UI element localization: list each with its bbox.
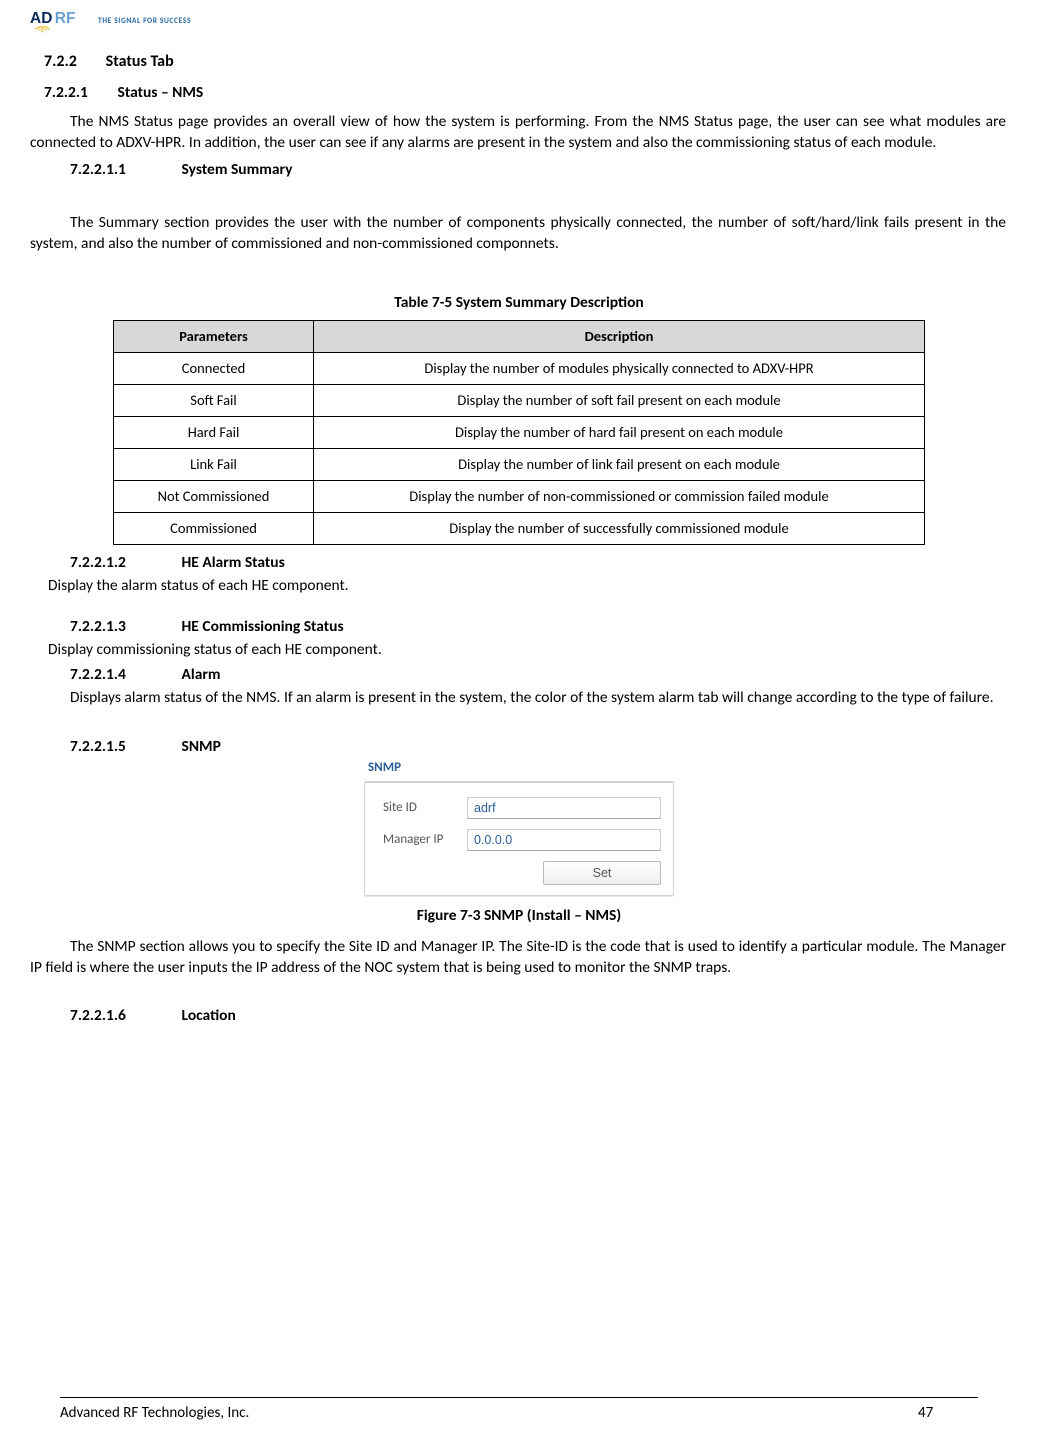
snmp-site-id-label: Site ID bbox=[383, 800, 461, 815]
footer-company: Advanced RF Technologies, Inc. bbox=[60, 1404, 918, 1422]
figure-caption: Figure 7-3 SNMP (Install – NMS) bbox=[30, 906, 1008, 925]
paragraph-alarm: Displays alarm status of the NMS. If an … bbox=[30, 688, 1008, 709]
cell-param: Commissioned bbox=[114, 512, 314, 544]
adrf-logo-icon: AD RF bbox=[30, 8, 92, 34]
heading-7-2-2-1-4: 7.2.2.1.4 Alarm bbox=[70, 665, 1008, 684]
footer-page-number: 47 bbox=[918, 1404, 978, 1422]
svg-text:AD: AD bbox=[30, 10, 52, 27]
heading-title: HE Commissioning Status bbox=[182, 617, 344, 636]
cell-param: Link Fail bbox=[114, 448, 314, 480]
heading-7-2-2-1-2: 7.2.2.1.2 HE Alarm Status bbox=[70, 553, 1008, 572]
paragraph-snmp: The SNMP section allows you to specify t… bbox=[30, 937, 1008, 979]
snmp-panel: SNMP Site ID Manager IP Set bbox=[364, 760, 674, 896]
heading-title: Alarm bbox=[182, 665, 221, 684]
system-summary-table: Parameters Description Connected Display… bbox=[113, 320, 925, 545]
heading-number: 7.2.2.1.4 bbox=[70, 665, 178, 684]
heading-number: 7.2.2.1.3 bbox=[70, 617, 178, 636]
table-row: Commissioned Display the number of succe… bbox=[114, 512, 925, 544]
heading-title: Status – NMS bbox=[118, 83, 204, 102]
table-caption: Table 7-5 System Summary Description bbox=[30, 293, 1008, 312]
heading-7-2-2-1-3: 7.2.2.1.3 HE Commissioning Status bbox=[70, 617, 1008, 636]
table-row: Soft Fail Display the number of soft fai… bbox=[114, 384, 925, 416]
paragraph-nms: The NMS Status page provides an overall … bbox=[30, 112, 1008, 154]
cell-desc: Display the number of successfully commi… bbox=[314, 512, 925, 544]
header-logo-row: AD RF THE SIGNAL FOR SUCCESS bbox=[30, 8, 1008, 34]
heading-number: 7.2.2.1 bbox=[44, 83, 114, 102]
cell-param: Connected bbox=[114, 352, 314, 384]
heading-7-2-2-1-1: 7.2.2.1.1 System Summary bbox=[70, 160, 1008, 179]
page-footer: Advanced RF Technologies, Inc. 47 bbox=[60, 1397, 978, 1422]
table-row: Not Commissioned Display the number of n… bbox=[114, 480, 925, 512]
cell-param: Hard Fail bbox=[114, 416, 314, 448]
heading-number: 7.2.2.1.5 bbox=[70, 737, 178, 756]
table-row: Hard Fail Display the number of hard fai… bbox=[114, 416, 925, 448]
cell-desc: Display the number of modules physically… bbox=[314, 352, 925, 384]
snmp-site-id-input[interactable] bbox=[467, 797, 661, 819]
heading-number: 7.2.2.1.6 bbox=[70, 1006, 178, 1025]
table-row: Connected Display the number of modules … bbox=[114, 352, 925, 384]
cell-param: Not Commissioned bbox=[114, 480, 314, 512]
cell-desc: Display the number of non-commissioned o… bbox=[314, 480, 925, 512]
heading-title: System Summary bbox=[182, 160, 293, 179]
table-row: Link Fail Display the number of link fai… bbox=[114, 448, 925, 480]
svg-text:RF: RF bbox=[55, 10, 76, 27]
cell-param: Soft Fail bbox=[114, 384, 314, 416]
snmp-set-button[interactable]: Set bbox=[543, 861, 661, 885]
header-tagline: THE SIGNAL FOR SUCCESS bbox=[98, 17, 191, 26]
heading-7-2-2-1-5: 7.2.2.1.5 SNMP bbox=[70, 737, 1008, 756]
heading-number: 7.2.2.1.1 bbox=[70, 160, 178, 179]
cell-desc: Display the number of hard fail present … bbox=[314, 416, 925, 448]
paragraph-he-alarm: Display the alarm status of each HE comp… bbox=[48, 576, 1008, 595]
paragraph-he-commissioning: Display commissioning status of each HE … bbox=[48, 640, 1008, 659]
table-header-parameters: Parameters bbox=[114, 320, 314, 352]
heading-7-2-2: 7.2.2 Status Tab bbox=[44, 52, 1008, 71]
heading-7-2-2-1-6: 7.2.2.1.6 Location bbox=[70, 1006, 1008, 1025]
heading-title: Location bbox=[182, 1006, 236, 1025]
table-header-description: Description bbox=[314, 320, 925, 352]
heading-number: 7.2.2 bbox=[44, 52, 102, 71]
snmp-manager-ip-label: Manager IP bbox=[383, 832, 461, 847]
heading-7-2-2-1: 7.2.2.1 Status – NMS bbox=[44, 83, 1008, 102]
snmp-panel-title: SNMP bbox=[368, 760, 674, 775]
heading-title: HE Alarm Status bbox=[182, 553, 285, 572]
cell-desc: Display the number of link fail present … bbox=[314, 448, 925, 480]
cell-desc: Display the number of soft fail present … bbox=[314, 384, 925, 416]
heading-title: SNMP bbox=[182, 737, 221, 756]
snmp-card: Site ID Manager IP Set bbox=[364, 781, 674, 896]
paragraph-summary: The Summary section provides the user wi… bbox=[30, 213, 1008, 255]
snmp-manager-ip-input[interactable] bbox=[467, 829, 661, 851]
heading-number: 7.2.2.1.2 bbox=[70, 553, 178, 572]
heading-title: Status Tab bbox=[106, 52, 174, 71]
